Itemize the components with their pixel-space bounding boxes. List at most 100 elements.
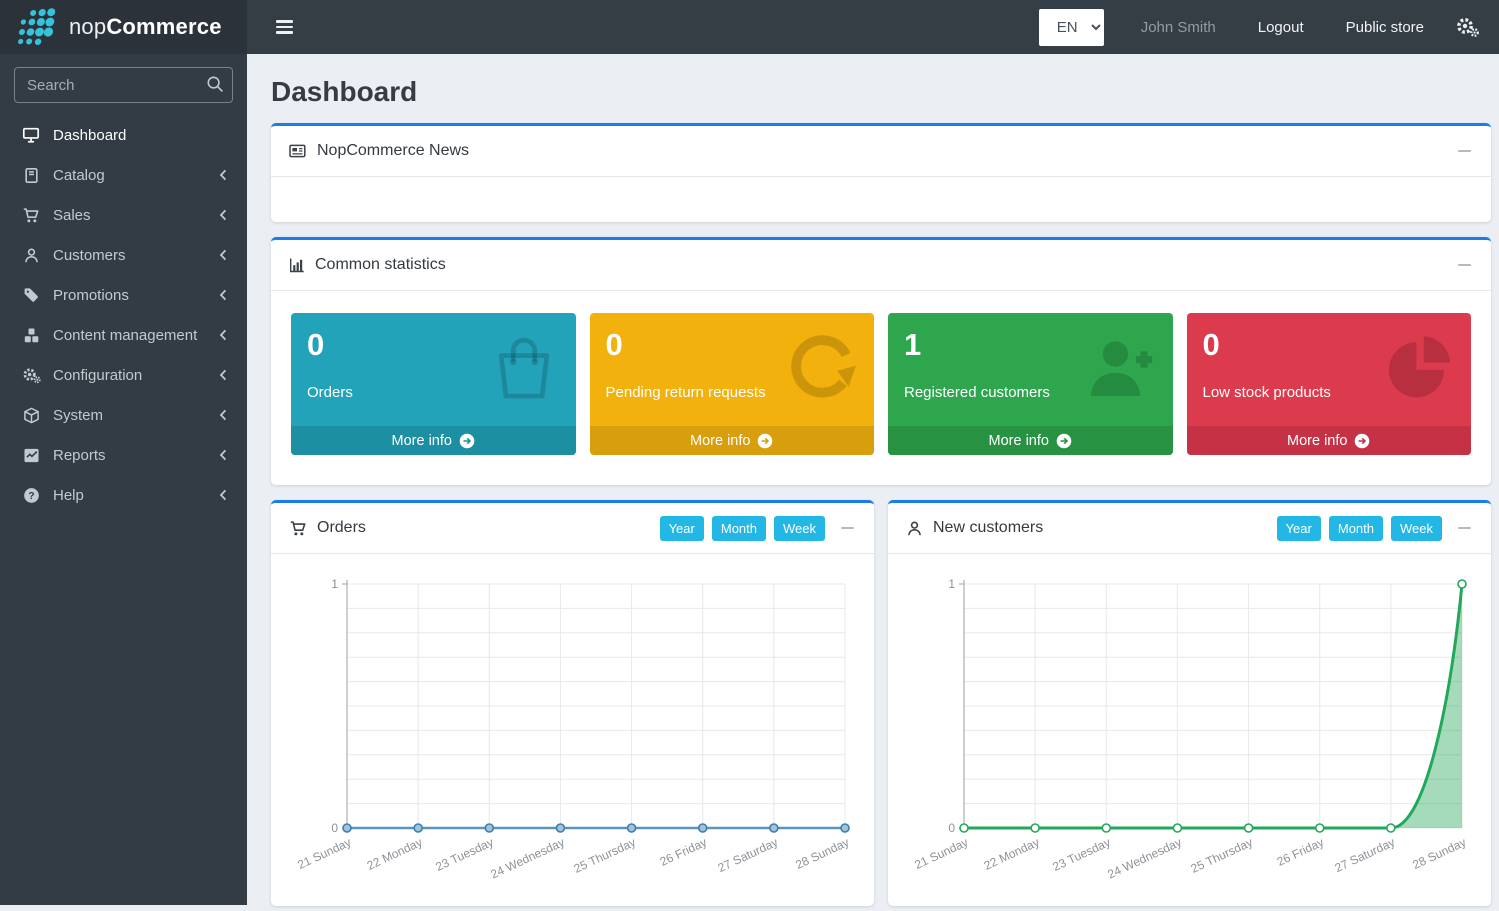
sidebar-item-sales[interactable]: Sales (0, 195, 247, 235)
orders-chart: 0121 Sunday22 Monday23 Tuesday24 Wednesd… (281, 562, 864, 906)
sidebar-search (14, 67, 233, 103)
refresh-icon (784, 329, 860, 405)
charts-row: Orders Year Month Week 0121 Sunday22 Mon… (271, 500, 1491, 906)
new-customers-panel-header: New customers Year Month Week (888, 503, 1491, 554)
chevron-left-icon (219, 289, 227, 301)
chevron-left-icon (219, 449, 227, 461)
sidebar-item-label: Promotions (53, 287, 129, 304)
cubes-icon (21, 327, 41, 344)
sidebar-item-promotions[interactable]: Promotions (0, 275, 247, 315)
statistics-panel: Common statistics 0 Orders More info (271, 237, 1491, 485)
user-icon (21, 247, 41, 264)
collapse-button[interactable] (1456, 144, 1473, 159)
orders-month-button[interactable]: Month (712, 516, 766, 541)
brand-logo[interactable]: nopCommerce (0, 0, 247, 54)
sidebar-item-label: Configuration (53, 367, 142, 384)
public-store-link[interactable]: Public store (1325, 19, 1445, 36)
sidebar-item-label: Dashboard (53, 127, 126, 144)
sidebar-item-label: Catalog (53, 167, 105, 184)
svg-text:22 Monday: 22 Monday (365, 835, 425, 873)
chevron-left-icon (219, 209, 227, 221)
sidebar-item-catalog[interactable]: Catalog (0, 155, 247, 195)
main-content: Dashboard NopCommerce News Common statis… (247, 0, 1499, 906)
svg-text:1: 1 (331, 577, 338, 591)
sidebar-item-label: Content management (53, 327, 197, 344)
orders-panel: Orders Year Month Week 0121 Sunday22 Mon… (271, 500, 874, 906)
chevron-left-icon (219, 369, 227, 381)
sidebar-item-label: Help (53, 487, 84, 504)
sidebar-item-label: Sales (53, 207, 91, 224)
cart-icon (289, 520, 307, 537)
new-customers-panel: New customers Year Month Week 0121 Sunda… (888, 500, 1491, 906)
settings-gear-icon[interactable] (1455, 16, 1479, 38)
new-customers-year-button[interactable]: Year (1277, 516, 1321, 541)
search-icon[interactable] (206, 75, 224, 93)
svg-text:?: ? (28, 491, 34, 502)
news-panel: NopCommerce News (271, 123, 1491, 222)
more-info-link[interactable]: More info (291, 426, 576, 455)
new-customers-month-button[interactable]: Month (1329, 516, 1383, 541)
sidebar-item-label: Customers (53, 247, 126, 264)
statistics-panel-title: Common statistics (315, 256, 446, 274)
svg-text:24 Wednesday: 24 Wednesday (488, 835, 566, 881)
stat-box-registered-customers: 1 Registered customers More info (888, 313, 1173, 455)
new-customers-panel-title: New customers (933, 519, 1043, 537)
arrow-circle-icon (1056, 433, 1072, 449)
sidebar-item-content-management[interactable]: Content management (0, 315, 247, 355)
svg-text:25 Thursday: 25 Thursday (572, 835, 638, 876)
topbar-actions: EN John Smith Logout Public store (1039, 0, 1499, 54)
news-panel-body (271, 177, 1491, 222)
more-info-label: More info (392, 433, 452, 449)
language-select[interactable]: EN (1039, 9, 1104, 46)
sidebar-toggle-button[interactable] (270, 14, 299, 39)
top-header: nopCommerce EN John Smith Logout Public … (0, 0, 1499, 54)
more-info-link[interactable]: More info (1187, 426, 1472, 455)
collapse-button[interactable] (1456, 258, 1473, 273)
news-panel-title: NopCommerce News (317, 142, 469, 160)
collapse-button[interactable] (1456, 521, 1473, 536)
sidebar: Dashboard Catalog Sales Customers (0, 54, 247, 905)
svg-text:28 Sunday: 28 Sunday (1410, 835, 1468, 872)
svg-text:27 Saturday: 27 Saturday (1333, 835, 1398, 875)
orders-chart-area: 0121 Sunday22 Monday23 Tuesday24 Wednesd… (271, 554, 874, 906)
more-info-link[interactable]: More info (888, 426, 1173, 455)
book-icon (21, 167, 41, 184)
svg-text:26 Friday: 26 Friday (658, 835, 709, 869)
chevron-left-icon (219, 329, 227, 341)
orders-panel-title: Orders (317, 519, 366, 537)
pie-chart-icon (1381, 329, 1457, 405)
sidebar-item-customers[interactable]: Customers (0, 235, 247, 275)
more-info-label: More info (1287, 433, 1347, 449)
sidebar-item-system[interactable]: System (0, 395, 247, 435)
orders-week-button[interactable]: Week (774, 516, 825, 541)
more-info-link[interactable]: More info (590, 426, 875, 455)
gears-icon (21, 367, 41, 384)
svg-text:1: 1 (948, 577, 955, 591)
arrow-circle-icon (1354, 433, 1370, 449)
sidebar-item-configuration[interactable]: Configuration (0, 355, 247, 395)
user-name: John Smith (1120, 19, 1237, 36)
sidebar-item-help[interactable]: ? Help (0, 475, 247, 515)
sidebar-item-label: System (53, 407, 103, 424)
collapse-button[interactable] (839, 521, 856, 536)
search-input[interactable] (14, 67, 233, 103)
stat-box-orders: 0 Orders More info (291, 313, 576, 455)
bar-chart-icon (289, 257, 305, 273)
cart-icon (21, 207, 41, 224)
nopcommerce-logo-icon (13, 7, 59, 47)
new-customers-week-button[interactable]: Week (1391, 516, 1442, 541)
sidebar-item-reports[interactable]: Reports (0, 435, 247, 475)
sidebar-menu: Dashboard Catalog Sales Customers (0, 115, 247, 515)
svg-text:0: 0 (948, 821, 955, 835)
news-panel-header: NopCommerce News (271, 126, 1491, 177)
chevron-left-icon (219, 409, 227, 421)
svg-text:26 Friday: 26 Friday (1275, 835, 1326, 869)
sidebar-item-dashboard[interactable]: Dashboard (0, 115, 247, 155)
user-plus-icon (1081, 329, 1159, 407)
orders-year-button[interactable]: Year (660, 516, 704, 541)
shopping-bag-icon (486, 329, 562, 405)
svg-text:23 Tuesday: 23 Tuesday (433, 835, 495, 874)
svg-text:28 Sunday: 28 Sunday (793, 835, 851, 872)
svg-text:23 Tuesday: 23 Tuesday (1050, 835, 1112, 874)
logout-link[interactable]: Logout (1237, 19, 1325, 36)
